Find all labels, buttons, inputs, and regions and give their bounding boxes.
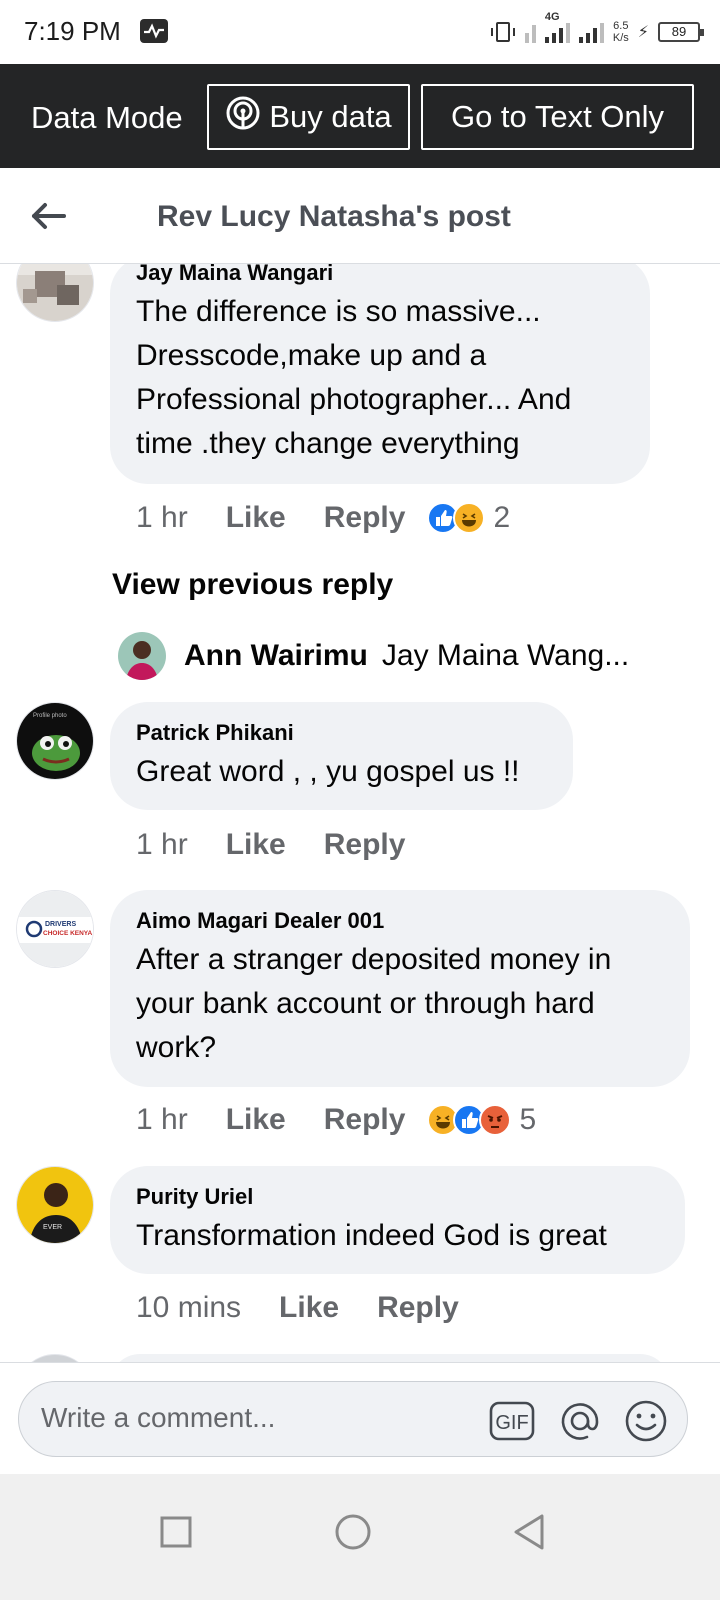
comment-author[interactable]: Aimo Magari Dealer 001: [136, 908, 664, 934]
reply-button[interactable]: Reply: [324, 1103, 406, 1137]
speed-value: 6.5: [613, 20, 629, 32]
comment-time: 10 mins: [136, 1291, 242, 1324]
comment-text-line: your bank account or through hard: [136, 987, 595, 1020]
comment-text-line: Transformation indeed God is great: [136, 1219, 607, 1252]
haha-reaction-icon: [453, 502, 486, 534]
comment-author[interactable]: Patrick Phikani: [136, 720, 547, 746]
comment-bubble[interactable]: Jay Maina Wangari The difference is so m…: [110, 264, 650, 484]
comment-text-line: Great word , , yu gospel us !!: [136, 755, 520, 788]
system-nav-bar: [0, 1474, 720, 1600]
activity-icon: [140, 19, 168, 43]
charging-icon: ⚡: [637, 24, 649, 41]
gif-icon[interactable]: GIF: [489, 1398, 535, 1444]
comment-input[interactable]: Write a comment... GIF: [18, 1381, 688, 1457]
signal-1-icon: [524, 21, 536, 43]
reaction-count: 2: [493, 501, 511, 534]
comment-meta: 1 hr Like Reply 2: [136, 498, 510, 538]
comment-placeholder: Write a comment...: [41, 1402, 276, 1433]
data-mode-bar: Data Mode Buy data Go to Text Only: [0, 64, 720, 168]
comment-text-line: The difference is so massive...: [136, 295, 541, 328]
comment-time: 1 hr: [136, 828, 188, 861]
comment-bubble[interactable]: Purity Uriel Transformation indeed God i…: [110, 1166, 685, 1274]
reactions-summary[interactable]: 5: [427, 1103, 536, 1137]
avatar-patrick[interactable]: Profile photo: [16, 702, 94, 780]
reply-snippet: Jay Maina Wang...: [381, 639, 630, 672]
comment-text-line: Professional photographer... And: [136, 383, 572, 416]
avatar-caption: DRIVERS: [45, 921, 76, 928]
recents-icon[interactable]: [146, 1502, 206, 1562]
speed-unit: K/s: [612, 32, 629, 44]
view-previous-reply-link[interactable]: View previous reply: [112, 568, 393, 602]
post-header: Rev Lucy Natasha's post: [0, 168, 720, 264]
avatar-caption: Profile photo: [33, 713, 67, 719]
reply-button[interactable]: Reply: [324, 828, 406, 862]
signal-4g-icon: 4G: [544, 11, 570, 43]
angry-reaction-icon: [479, 1104, 512, 1136]
comment-bubble[interactable]: Aimo Magari Dealer 001 After a stranger …: [110, 890, 690, 1087]
vibrate-icon: [490, 22, 515, 42]
avatar-caption: CHOICE KENYA: [43, 930, 93, 937]
emoji-icon[interactable]: [623, 1398, 669, 1444]
avatar-aimo[interactable]: DRIVERS CHOICE KENYA: [16, 890, 94, 968]
reply-preview[interactable]: Ann Wairimu Jay Maina Wang...: [118, 632, 629, 680]
like-button[interactable]: Like: [226, 1103, 286, 1137]
comment-text-line: After a stranger deposited money in: [136, 943, 612, 976]
avatar-purity[interactable]: EVER: [16, 1166, 94, 1244]
hotspot-icon: [225, 95, 261, 139]
back-arrow-icon[interactable]: [28, 196, 68, 236]
like-button[interactable]: Like: [226, 828, 286, 862]
network-speed: 6.5 K/s: [613, 20, 629, 44]
battery-icon: 89: [658, 22, 704, 42]
comment-meta: 10 mins Like Reply: [136, 1288, 497, 1328]
data-mode-label: Data Mode: [31, 100, 183, 135]
avatar-next[interactable]: [16, 1354, 94, 1362]
comment-composer: Write a comment... GIF: [0, 1362, 720, 1474]
back-icon[interactable]: [500, 1502, 560, 1562]
signal-2-icon: [578, 21, 604, 43]
status-icons: 4G 6.5 K/s ⚡ 89: [490, 11, 704, 50]
battery-level: 89: [671, 24, 687, 39]
avatar-ann[interactable]: [118, 632, 166, 680]
comment-meta: 1 hr Like Reply 5: [136, 1100, 536, 1140]
home-icon[interactable]: [323, 1502, 383, 1562]
network-type: 4G: [544, 11, 560, 23]
comment-time: 1 hr: [136, 501, 188, 534]
comment-meta: 1 hr Like Reply: [136, 825, 443, 865]
avatar-caption: EVER: [43, 1224, 62, 1231]
gif-label: GIF: [495, 1412, 528, 1434]
reply-button[interactable]: Reply: [377, 1291, 459, 1325]
page-title: Rev Lucy Natasha's post: [157, 200, 511, 233]
comment-text-line: work?: [136, 1031, 217, 1064]
text-only-label: Go to Text Only: [450, 99, 665, 134]
reactions-summary[interactable]: 2: [427, 501, 510, 535]
reply-button[interactable]: Reply: [324, 501, 406, 535]
comment-text-line: time .they change everything: [136, 427, 520, 460]
comments-feed[interactable]: Jay Maina Wangari The difference is so m…: [0, 264, 720, 1362]
buy-data-label: Buy data: [269, 99, 392, 134]
comment-author[interactable]: Jay Maina Wangari: [136, 264, 624, 286]
reply-author[interactable]: Ann Wairimu: [184, 639, 368, 673]
comment-time: 1 hr: [136, 1103, 188, 1136]
comment-bubble[interactable]: Patrick Phikani Great word , , yu gospel…: [110, 702, 573, 810]
like-button[interactable]: Like: [279, 1291, 339, 1325]
text-only-button[interactable]: Go to Text Only: [421, 84, 694, 150]
mention-icon[interactable]: [557, 1398, 603, 1444]
comment-author[interactable]: Purity Uriel: [136, 1184, 659, 1210]
avatar-jay[interactable]: [16, 264, 94, 322]
like-button[interactable]: Like: [226, 501, 286, 535]
reaction-count: 5: [519, 1103, 537, 1136]
comment-text-line: Dresscode,make up and a: [136, 339, 487, 372]
buy-data-button[interactable]: Buy data: [207, 84, 410, 150]
comment-bubble[interactable]: [110, 1354, 670, 1362]
status-bar: 7:19 PM 4G 6.5 K/s ⚡ 89: [0, 0, 720, 64]
status-time: 7:19 PM: [24, 16, 121, 46]
